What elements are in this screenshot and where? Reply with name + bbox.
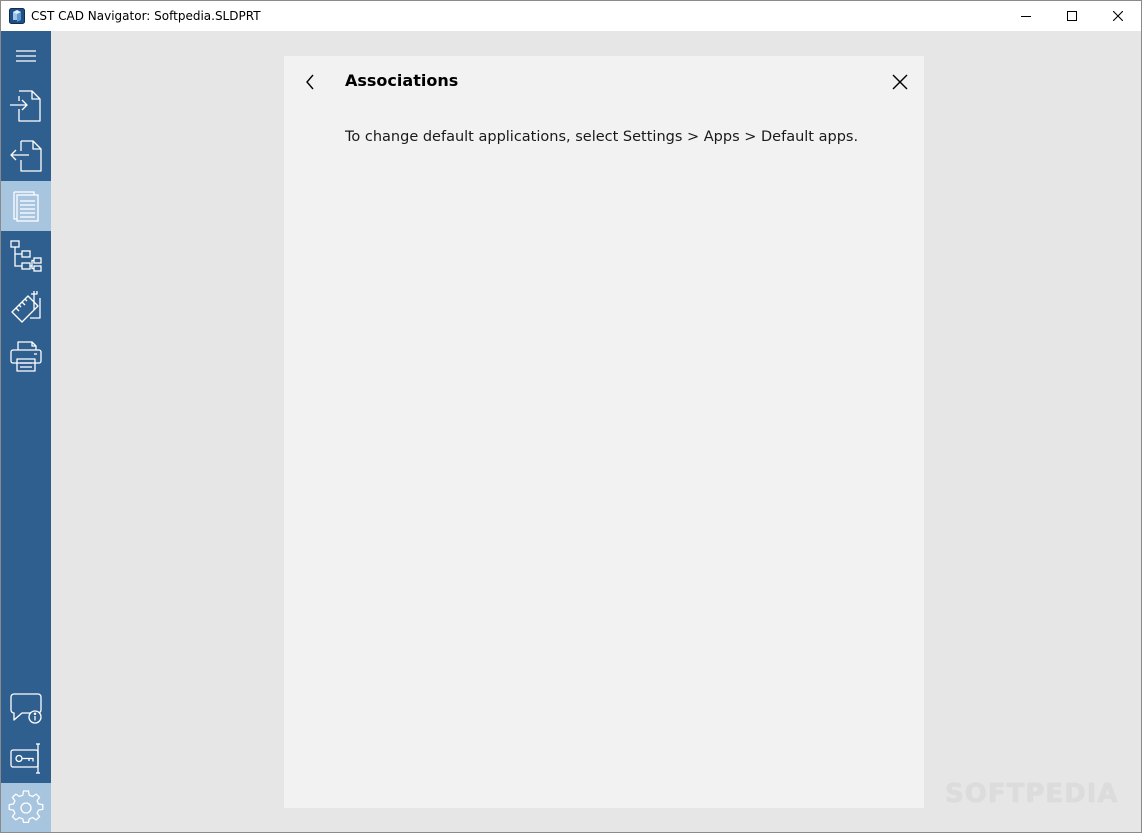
maximize-button[interactable] [1049, 1, 1095, 31]
close-icon [1113, 11, 1123, 21]
associations-description: To change default applications, select S… [345, 129, 859, 145]
close-panel-button[interactable] [888, 70, 912, 94]
hamburger-icon [16, 50, 36, 62]
sidebar-item-license[interactable] [1, 733, 51, 783]
document-pages-icon [13, 191, 39, 222]
close-window-button[interactable] [1095, 1, 1141, 31]
sidebar-item-structure-tree[interactable] [1, 231, 51, 281]
sidebar-item-measure[interactable] [1, 281, 51, 331]
back-button[interactable] [300, 68, 320, 96]
chat-info-icon [10, 693, 42, 724]
sidebar-item-print[interactable] [1, 331, 51, 381]
associations-panel: Associations To change default applicati… [284, 56, 924, 808]
export-file-icon [10, 140, 42, 172]
panel-title: Associations [345, 71, 459, 90]
sidebar [1, 31, 51, 832]
sidebar-item-menu[interactable] [1, 31, 51, 81]
softpedia-watermark: SOFTPEDIA [945, 779, 1119, 809]
printer-icon [10, 341, 42, 372]
title-bar[interactable]: CST CAD Navigator: Softpedia.SLDPRT [1, 1, 1141, 31]
minimize-button[interactable] [1003, 1, 1049, 31]
measure-ruler-icon [11, 291, 41, 323]
sidebar-item-documents[interactable] [1, 181, 51, 231]
window-title: CST CAD Navigator: Softpedia.SLDPRT [31, 9, 261, 23]
sidebar-item-settings[interactable] [1, 783, 51, 832]
maximize-icon [1067, 11, 1077, 21]
close-icon [892, 74, 908, 90]
license-key-icon [10, 743, 40, 774]
gear-icon [8, 790, 44, 824]
sidebar-item-export[interactable] [1, 131, 51, 181]
tree-structure-icon [10, 240, 42, 272]
app-window: CST CAD Navigator: Softpedia.SLDPRT SOFT… [0, 0, 1142, 833]
minimize-icon [1021, 16, 1031, 17]
chevron-left-icon [306, 74, 314, 90]
sidebar-item-feedback-info[interactable] [1, 683, 51, 733]
sidebar-item-import[interactable] [1, 81, 51, 131]
import-file-icon [10, 90, 41, 122]
cst-cad-app-icon [9, 8, 25, 24]
